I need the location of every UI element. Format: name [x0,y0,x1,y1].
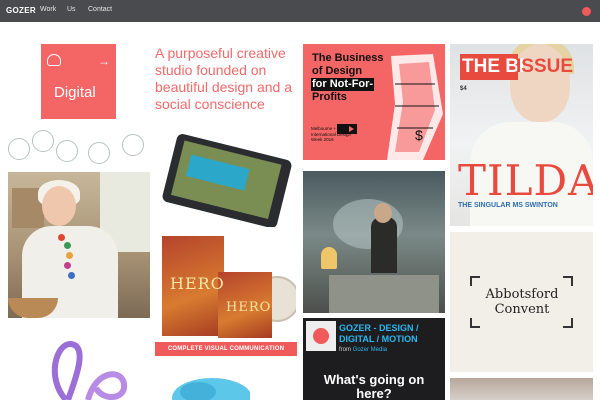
nav-link-contact[interactable]: Contact [88,6,112,13]
tablet-screen [170,140,282,220]
frame-corner-icon [470,276,480,286]
book-title-small: HERO [226,300,272,315]
film-still-tile[interactable] [303,171,445,313]
blue-blob-illustration [172,378,250,400]
magazine-price: $4 [460,86,467,92]
business-of-design-tile[interactable]: $ The Business of Design for Not-For- Pr… [303,44,445,160]
book-title: HERO [170,274,225,293]
magazine-caption: THE SINGULAR MS SWINTON [458,202,558,209]
tablet-device [161,132,293,227]
channel-logo-icon[interactable] [306,321,336,351]
nav-link-us[interactable]: Us [67,6,76,13]
ipad-project-tile[interactable] [156,132,296,227]
abbotsford-convent-tile[interactable]: Abbotsford Convent [450,232,593,372]
shell-icon [47,54,61,66]
digital-label: Digital [54,84,96,101]
badge-icon [122,134,144,156]
menu-dot-button[interactable] [582,7,591,16]
badge-icon [8,138,30,160]
poster-subtitle: Melbourne + International Design Week 20… [311,126,352,142]
film-lamp [321,247,337,269]
woman-portrait-photo[interactable] [8,172,150,318]
magazine-headline: TILDA [458,156,593,205]
studio-tagline: A purposeful creative studio founded on … [155,45,292,112]
bead-icon [66,252,73,259]
top-navbar: GOZER Work Us Contact [0,0,600,22]
video-title[interactable]: GOZER - DESIGN / DIGITAL / MOTION [339,323,443,345]
video-headline: What's going on here? [323,372,425,400]
film-man-head [374,203,392,223]
tablet-screen-panel [186,154,250,191]
blue-artwork-tile[interactable] [168,372,250,400]
big-issue-magazine-tile[interactable]: THE BI ISSUE $4 TILDA THE SINGULAR MS SW… [450,44,593,226]
site-logo[interactable]: GOZER [6,6,36,15]
badge-icon [56,140,78,162]
video-channel: from Gozer Media [339,347,388,353]
badge-icon [32,130,54,152]
bead-icon [58,234,65,241]
frame-corner-icon [563,318,573,328]
video-channel-link[interactable]: Gozer Media [353,347,387,353]
film-man-body [371,217,397,273]
film-bed [329,275,439,313]
hero-book-tile[interactable]: HERO HERO [156,232,296,340]
bead-icon [64,262,71,269]
bead-icon [64,242,71,249]
poster-title: The Business of Design for Not-For- Prof… [311,52,385,104]
ribbon-illustration [51,341,128,400]
magazine-brand-rest: ISSUE [516,56,574,77]
ribbon-artwork-tile[interactable] [36,338,132,400]
bead-icon [68,272,75,279]
gozer-video-embed[interactable]: GOZER - DESIGN / DIGITAL / MOTION from G… [303,318,445,400]
digital-tile[interactable]: → Digital [41,44,116,119]
frame-corner-icon [470,318,480,328]
interior-photo-tile[interactable] [450,378,593,400]
photo-head [42,186,76,226]
arrow-right-icon: → [98,54,110,68]
frame-corner-icon [563,276,573,286]
svg-text:$: $ [415,127,423,143]
nav-link-work[interactable]: Work [40,6,56,13]
badge-icon [88,142,110,164]
abbotsford-logo-text: Abbotsford Convent [485,287,559,317]
visual-communication-service-button[interactable]: COMPLETE VISUAL COMMUNICATION SERVICE [155,342,297,366]
magazine-brand: THE BI [460,54,524,80]
